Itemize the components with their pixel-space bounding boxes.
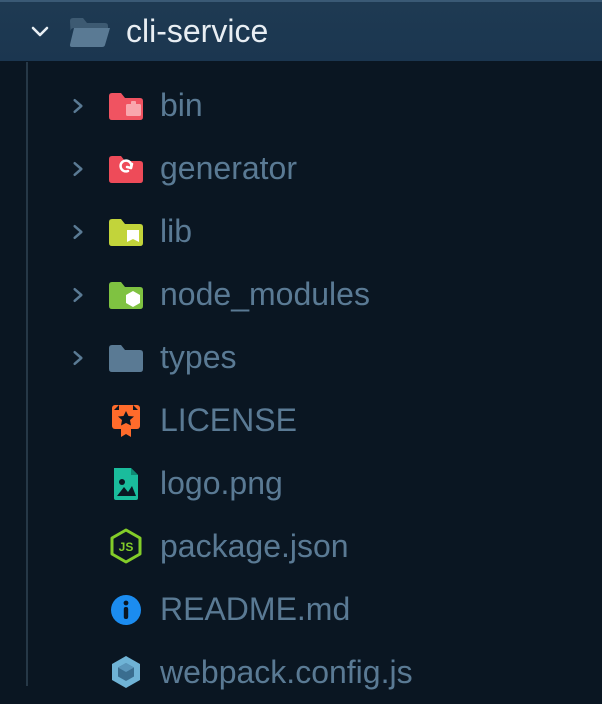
tree-item-generator[interactable]: generator — [0, 137, 602, 200]
webpack-icon — [106, 654, 146, 692]
tree-item-bin[interactable]: bin — [0, 74, 602, 137]
tree-item-lib[interactable]: lib — [0, 200, 602, 263]
chevron-right-icon — [64, 346, 92, 370]
tree-item-types[interactable]: types — [0, 326, 602, 389]
chevron-right-icon — [64, 94, 92, 118]
folder-generator-icon — [106, 153, 146, 185]
tree-item-label: webpack.config.js — [160, 654, 413, 691]
tree-item-label: LICENSE — [160, 402, 297, 439]
info-icon — [106, 593, 146, 627]
chevron-right-icon — [64, 220, 92, 244]
tree-item-label: bin — [160, 87, 203, 124]
tree-item-readme-md[interactable]: README.md — [0, 578, 602, 641]
chevron-right-icon — [64, 283, 92, 307]
tree-item-node-modules[interactable]: node_modules — [0, 263, 602, 326]
folder-open-icon — [68, 15, 110, 49]
tree-item-label: lib — [160, 213, 192, 250]
tree-root-row[interactable]: cli-service — [0, 0, 602, 62]
tree-item-label: package.json — [160, 528, 349, 565]
license-icon — [106, 403, 146, 439]
image-file-icon — [106, 466, 146, 502]
tree-root-label: cli-service — [126, 13, 268, 50]
tree-item-license[interactable]: LICENSE — [0, 389, 602, 452]
tree-item-logo-png[interactable]: logo.png — [0, 452, 602, 515]
tree-item-label: logo.png — [160, 465, 283, 502]
tree-children: bin generator lib — [0, 62, 602, 704]
tree-item-label: node_modules — [160, 276, 370, 313]
tree-item-webpack-config[interactable]: webpack.config.js — [0, 641, 602, 704]
tree-item-label: README.md — [160, 591, 350, 628]
folder-lib-icon — [106, 216, 146, 248]
folder-node-icon — [106, 279, 146, 311]
folder-icon — [106, 342, 146, 374]
chevron-right-icon — [64, 157, 92, 181]
folder-bin-icon — [106, 90, 146, 122]
nodejs-icon: JS — [106, 528, 146, 566]
tree-item-label: generator — [160, 150, 297, 187]
svg-text:JS: JS — [119, 540, 134, 554]
tree-item-label: types — [160, 339, 236, 376]
tree-item-package-json[interactable]: JS package.json — [0, 515, 602, 578]
chevron-down-icon — [28, 20, 52, 44]
